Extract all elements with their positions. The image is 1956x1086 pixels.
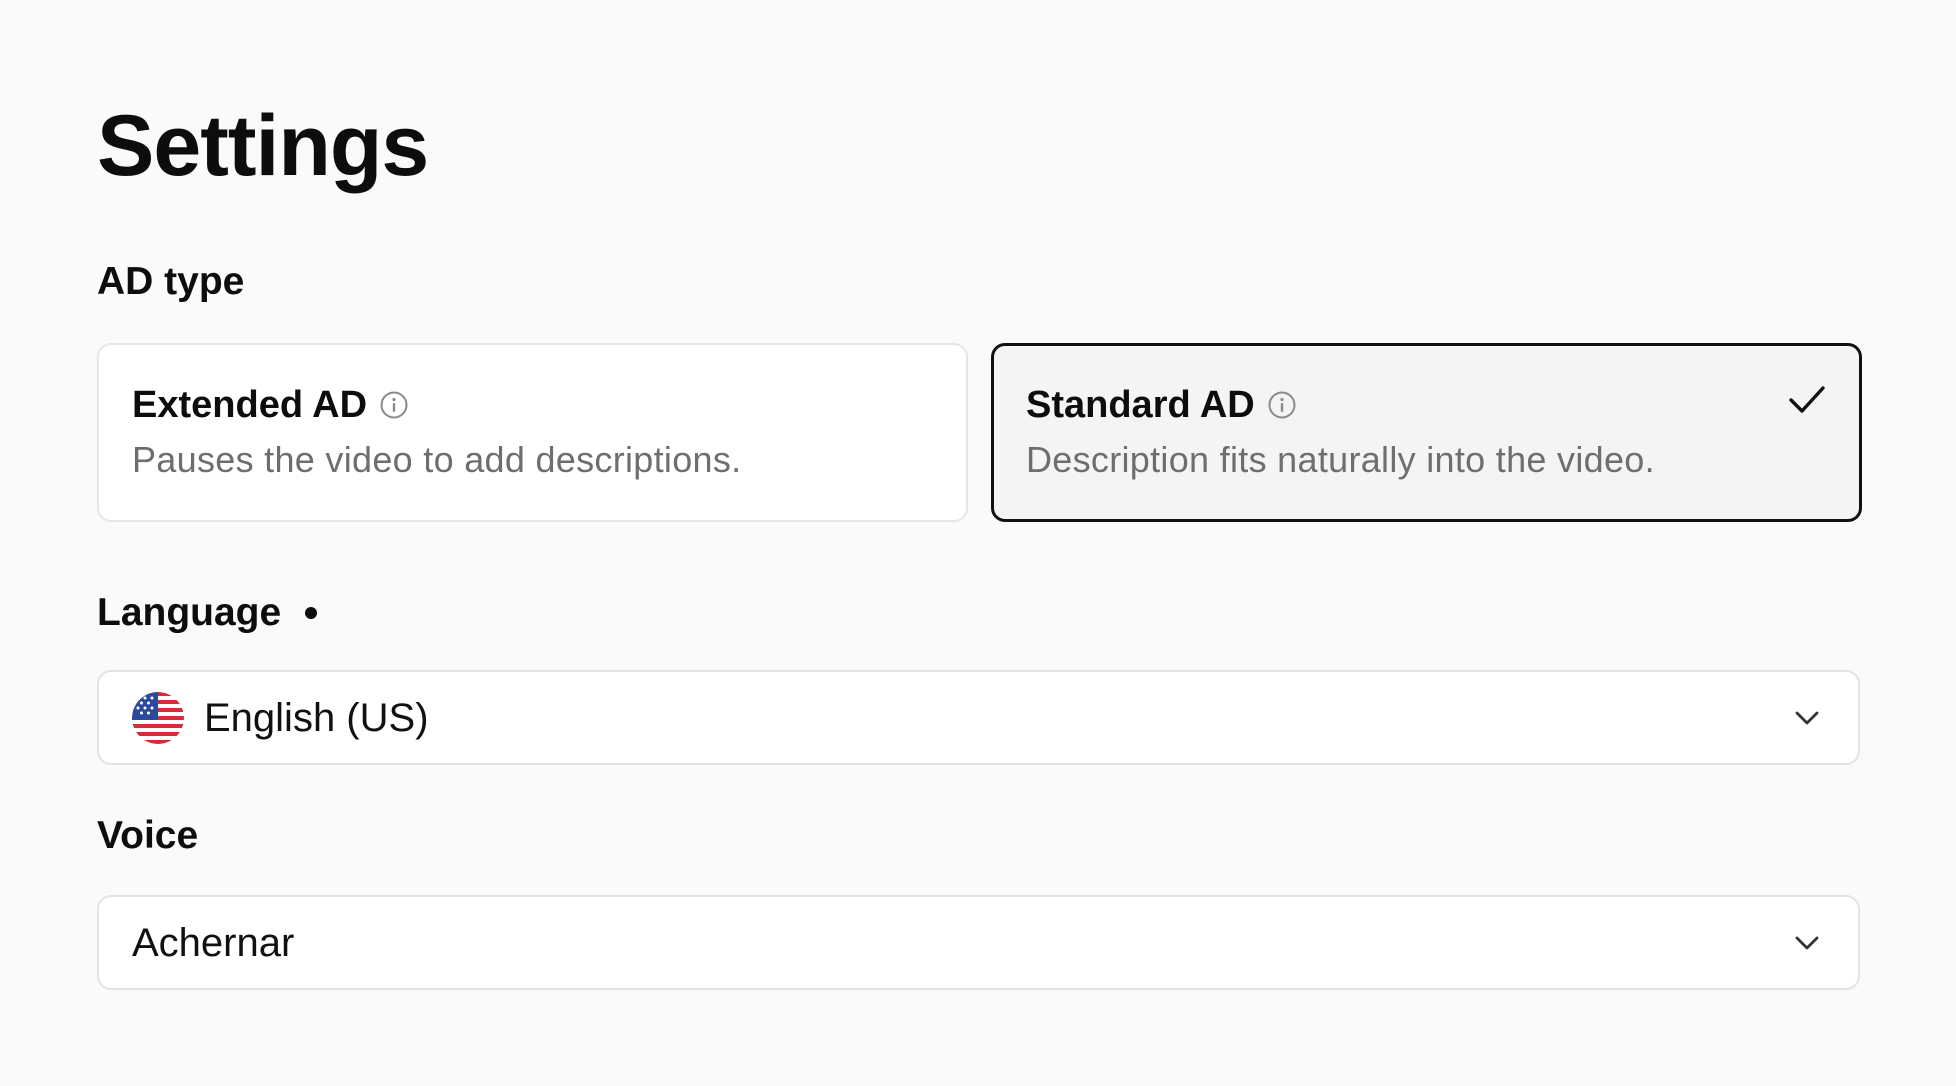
language-select[interactable]: English (US) [97, 670, 1860, 765]
checkmark-icon [1789, 386, 1825, 413]
standard-ad-description: Description fits naturally into the vide… [1026, 439, 1655, 480]
voice-label: Voice [97, 814, 199, 857]
required-indicator [305, 607, 318, 619]
language-label: Language [97, 591, 282, 634]
ad-type-label: AD type [97, 260, 245, 303]
voice-value: Achernar [132, 920, 295, 965]
info-icon[interactable] [1267, 390, 1297, 420]
info-icon[interactable] [379, 390, 409, 420]
language-label-row: Language [97, 589, 318, 637]
settings-page: Settings AD type Extended AD Pauses the … [0, 0, 1956, 1086]
chevron-down-icon[interactable] [1792, 704, 1822, 732]
extended-ad-description: Pauses the video to add descriptions. [132, 439, 742, 480]
chevron-down-icon[interactable] [1792, 929, 1822, 957]
voice-select[interactable]: Achernar [97, 895, 1860, 990]
extended-ad-option[interactable]: Extended AD Pauses the video to add desc… [97, 343, 968, 522]
standard-ad-title: Standard AD [1026, 384, 1255, 426]
extended-ad-title-row: Extended AD [132, 381, 409, 429]
language-value: English (US) [204, 695, 429, 740]
extended-ad-title: Extended AD [132, 384, 368, 426]
page-title: Settings [97, 98, 429, 194]
standard-ad-option[interactable]: Standard AD Description fits naturally i… [991, 343, 1862, 522]
standard-ad-title-row: Standard AD [1026, 381, 1297, 429]
us-flag-icon [132, 691, 184, 744]
